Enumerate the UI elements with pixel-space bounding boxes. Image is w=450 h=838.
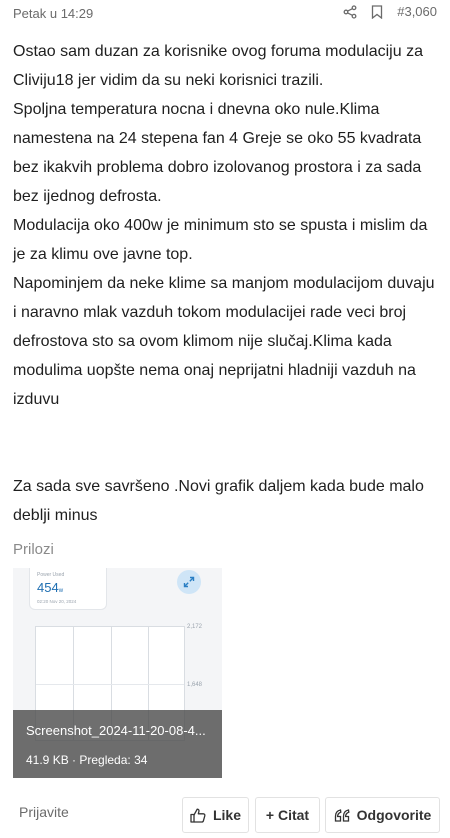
post-paragraph: Spoljna temperatura nocna i dnevna oko n…	[13, 101, 422, 205]
attachment-file-info: 41.9 KB · Pregleda: 34	[26, 753, 148, 767]
like-button[interactable]: Like	[182, 797, 249, 833]
reply-label: Odgovorite	[356, 807, 432, 823]
share-icon[interactable]	[343, 4, 357, 19]
thumbnail-card-time: 02:20 Nov 20, 2024	[37, 599, 77, 604]
bookmark-icon[interactable]	[371, 4, 383, 19]
thumbnail-card-number: 454	[37, 580, 59, 595]
thumbnail-power-card: Power Used 454w 02:20 Nov 20, 2024	[29, 568, 107, 610]
attachments-heading: Prilozi	[13, 541, 54, 558]
post-number-link[interactable]: #3,060	[397, 4, 437, 19]
post-date[interactable]: Petak u 14:29	[13, 6, 93, 21]
post-paragraph: Za sada sve savršeno .Novi grafik daljem…	[13, 478, 424, 524]
post-body: Ostao sam duzan za korisnike ovog foruma…	[13, 37, 441, 530]
login-link[interactable]: Prijavite	[19, 804, 69, 820]
post-paragraph: Ostao sam duzan za korisnike ovog foruma…	[13, 43, 423, 89]
post-paragraph: Napominjem da neke klime sa manjom modul…	[13, 275, 435, 408]
thumbnail-card-unit: w	[58, 588, 64, 594]
quote-button[interactable]: + Citat	[255, 797, 320, 833]
thumbnail-y-tick: 2,172	[187, 624, 203, 630]
thumbs-up-icon	[190, 808, 206, 823]
quote-marks-icon	[334, 808, 350, 822]
quote-label: + Citat	[265, 807, 310, 823]
attachment-file-name[interactable]: Screenshot_2024-11-20-08-4...	[26, 723, 206, 738]
post-paragraph: Modulacija oko 400w je minimum sto se sp…	[13, 217, 428, 263]
thumbnail-card-value: 454w	[37, 580, 63, 595]
attachment-thumbnail[interactable]: Power Used 454w 02:20 Nov 20, 2024 2,172…	[13, 568, 222, 778]
attachment-info-overlay: Screenshot_2024-11-20-08-4... 41.9 KB · …	[13, 710, 222, 778]
thumbnail-y-tick: 1,648	[187, 682, 203, 688]
thumbnail-card-label: Power Used	[37, 572, 65, 578]
chart-gridline	[36, 684, 184, 685]
like-label: Like	[212, 807, 241, 823]
reply-button[interactable]: Odgovorite	[325, 797, 440, 833]
post-meta-row: Petak u 14:29 #3,060	[0, 0, 450, 30]
expand-icon[interactable]	[177, 570, 201, 594]
post-actions: #3,060	[343, 4, 437, 19]
